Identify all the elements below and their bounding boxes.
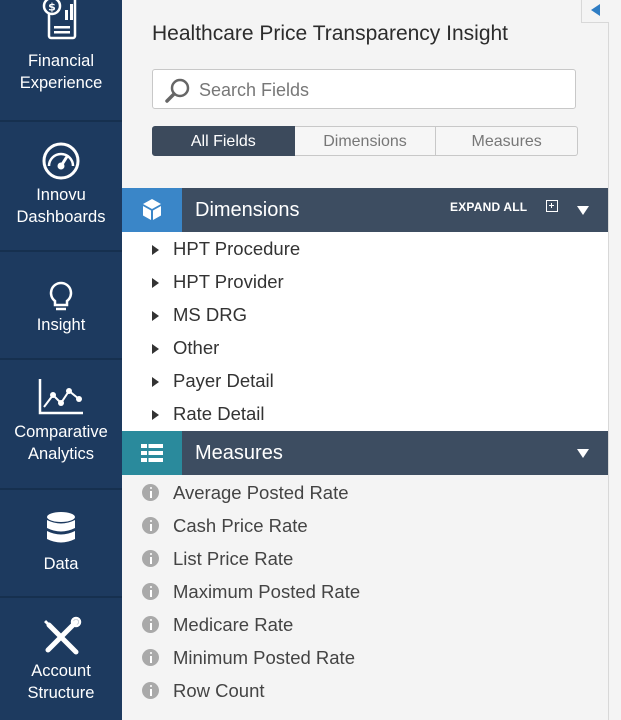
nav-label: Insight [36,316,86,334]
nav-label-line2: Dashboards [16,208,106,226]
info-icon[interactable] [142,649,159,666]
nav-label-line2: Structure [27,684,95,702]
expand-arrow-icon [152,278,159,288]
nav-label-line1: Financial [27,52,95,70]
collapse-measures-icon[interactable] [577,449,589,458]
measure-label: Minimum Posted Rate [173,647,355,668]
measures-title: Measures [195,442,283,464]
measure-label: Average Posted Rate [173,482,349,503]
dimension-label: Rate Detail [173,403,265,424]
expand-arrow-icon [152,344,159,354]
nav-label-line2: Analytics [27,445,95,463]
svg-text:$: $ [48,1,56,14]
search-input[interactable] [197,76,561,104]
nav-item-financial-experience[interactable]: $ Financial Experience [0,0,122,120]
measures-header[interactable]: Measures [122,431,608,475]
measure-label: Row Count [173,680,265,701]
nav-item-comparative-analytics[interactable]: Comparative Analytics [0,360,122,488]
expand-plus-icon[interactable] [546,200,558,212]
database-icon [47,512,75,543]
dimensions-list: HPT Procedure HPT Provider MS DRG Other … [122,232,608,431]
info-icon[interactable] [142,616,159,633]
nav-label-line1: Comparative [14,423,108,441]
caret-left-icon [591,4,600,16]
dimensions-title: Dimensions [195,199,300,221]
search-icon [165,78,190,103]
nav-label-line2: Experience [19,74,103,92]
nav-label-line1: Innovu [36,186,86,204]
measures-icon-box [122,431,182,475]
measures-list: Average Posted Rate Cash Price Rate List… [122,476,608,720]
line-chart-icon [38,379,83,415]
financial-report-icon: $ [42,0,77,40]
nav-label: Data [43,555,79,573]
measure-label: Maximum Posted Rate [173,581,361,602]
expand-arrow-icon [152,311,159,321]
dimensions-icon-box [122,188,182,232]
nav-label-line1: Account [31,662,91,680]
nav-item-innovu-dashboards[interactable]: Innovu Dashboards [0,122,122,250]
lightbulb-icon [49,281,73,311]
dimensions-header[interactable]: Dimensions EXPAND ALL [122,188,608,232]
dimension-label: MS DRG [173,304,247,325]
info-icon[interactable] [142,484,159,501]
nav-item-account-structure[interactable]: Account Structure [0,598,122,720]
expand-arrow-icon [152,377,159,387]
measure-label: List Price Rate [173,548,294,569]
search-box[interactable] [152,69,576,109]
expand-arrow-icon [152,410,159,420]
expand-all-button[interactable]: EXPAND ALL [450,200,527,214]
list-icon [141,444,163,462]
left-nav: $ Financial Experience Innovu Dashboards… [0,0,122,720]
expand-arrow-icon [152,245,159,255]
panel-right-edge [608,0,621,720]
info-icon[interactable] [142,517,159,534]
measure-label: Cash Price Rate [173,515,308,536]
dimension-label: Other [173,337,220,358]
measure-label: Medicare Rate [173,614,294,635]
gauge-icon [42,142,80,180]
tools-icon [44,616,82,655]
cube-icon [143,199,161,220]
info-icon[interactable] [142,583,159,600]
dimension-label: Payer Detail [173,370,274,391]
field-filter-tabs: All Fields Dimensions Measures [152,126,579,156]
tab-dimensions[interactable]: Dimensions [294,126,437,156]
dimension-label: HPT Provider [173,271,284,292]
nav-item-insight[interactable]: Insight [0,252,122,358]
panel-title: Healthcare Price Transparency Insight [152,22,509,45]
tab-all-fields[interactable]: All Fields [152,126,295,156]
info-icon[interactable] [142,550,159,567]
info-icon[interactable] [142,682,159,699]
dimension-label: HPT Procedure [173,238,301,259]
tab-measures[interactable]: Measures [436,126,579,156]
collapse-dimensions-icon[interactable] [577,206,589,215]
collapse-panel-button[interactable] [581,0,609,23]
nav-item-data[interactable]: Data [0,490,122,596]
